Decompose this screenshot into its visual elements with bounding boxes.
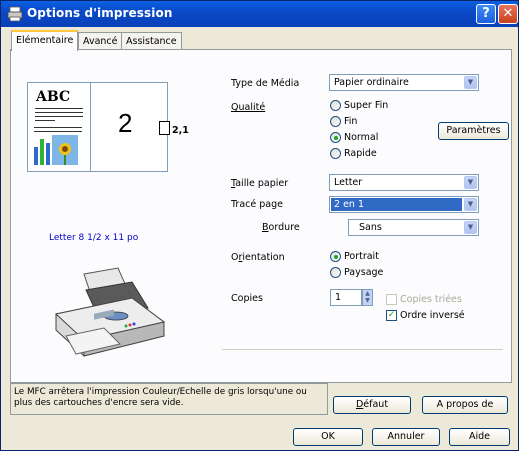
ok-button[interactable]: OK (293, 428, 363, 446)
pages-per-sheet-icon (159, 121, 170, 135)
help-title-button[interactable]: ? (476, 4, 496, 24)
tab-avance[interactable]: Avancé (78, 32, 123, 50)
cancel-button[interactable]: Annuler (372, 428, 440, 446)
radio-icon[interactable] (330, 267, 341, 278)
help-button[interactable]: Aide (449, 428, 510, 446)
preview-text-line (35, 116, 83, 117)
quality-option-label: Normal (344, 132, 379, 143)
copies-stepper[interactable]: ▲ ▼ (362, 289, 373, 306)
preview-text-line (35, 112, 83, 113)
preview-page-number: 2 (118, 108, 133, 138)
chevron-down-icon[interactable]: ▼ (464, 176, 477, 189)
spin-up-icon[interactable]: ▲ (363, 290, 372, 297)
quality-label: Qualité (231, 102, 266, 113)
copies-input[interactable]: 1 (330, 289, 362, 306)
quality-option-label: Rapide (344, 148, 377, 159)
title-bar[interactable]: Options d'impression ? ✕ (1, 1, 518, 27)
print-options-dialog: Options d'impression ? ✕ Elémentaire Ava… (0, 0, 519, 451)
paper-size-label: Taille papier (231, 178, 289, 189)
page-layout-value: 2 en 1 (334, 199, 364, 210)
preview-image-icon (34, 127, 82, 165)
default-button[interactable]: Défaut (333, 396, 411, 414)
preview-page-divider (90, 83, 91, 171)
radio-selected-icon[interactable] (330, 251, 341, 262)
chevron-down-icon[interactable]: ▼ (464, 76, 477, 89)
page-layout-select[interactable]: 2 en 1 ▼ (329, 196, 479, 213)
spin-down-icon[interactable]: ▼ (363, 297, 372, 304)
collate-label: Copies triées (400, 294, 462, 305)
border-select[interactable]: Sans ▼ (348, 219, 479, 236)
orientation-label: Orientation (231, 252, 285, 263)
checkbox-icon[interactable] (386, 294, 397, 305)
close-button[interactable]: ✕ (498, 4, 518, 24)
chevron-down-icon[interactable]: ▼ (464, 198, 477, 211)
preview-abc-text: ABC (36, 89, 71, 105)
about-button[interactable]: A propos de (422, 396, 508, 414)
printer-icon (7, 6, 23, 22)
radio-icon[interactable] (330, 148, 341, 159)
ink-warning-message: Le MFC arrêtera l'impression Couleur/Ech… (10, 383, 328, 415)
media-type-value: Papier ordinaire (334, 77, 409, 88)
media-type-select[interactable]: Papier ordinaire ▼ (329, 74, 479, 91)
copies-label: Copies (231, 293, 263, 304)
window-title: Options d'impression (27, 6, 173, 20)
reverse-order-label: Ordre inversé (400, 310, 465, 321)
copies-value: 1 (335, 292, 342, 303)
tab-assistance[interactable]: Assistance (121, 32, 182, 50)
ink-warning-text: Le MFC arrêtera l'impression Couleur/Ech… (14, 387, 307, 408)
parametres-button[interactable]: Paramètres (438, 122, 509, 140)
pages-per-sheet-label: 2,1 (172, 125, 189, 136)
paper-size-select[interactable]: Letter ▼ (329, 174, 479, 191)
preview-text-line (35, 108, 83, 109)
quality-option-label: Fin (344, 116, 358, 127)
radio-icon[interactable] (330, 100, 341, 111)
separator (222, 349, 503, 350)
orientation-option-label: Portrait (344, 251, 379, 262)
layout-preview: ABC 2 (27, 82, 168, 172)
checkmark-icon[interactable]: ✓ (386, 310, 397, 321)
printer-illustration (54, 267, 166, 357)
radio-icon[interactable] (330, 116, 341, 127)
paper-size-info: Letter 8 1/2 x 11 po (49, 233, 139, 243)
quality-option-label: Super Fin (344, 100, 389, 111)
radio-selected-icon[interactable] (330, 132, 341, 143)
border-label: Bordure (262, 222, 300, 233)
chevron-down-icon[interactable]: ▼ (464, 221, 477, 234)
tab-elementaire[interactable]: Elémentaire (11, 30, 79, 51)
orientation-option-label: Paysage (344, 267, 384, 278)
media-type-label: Type de Média (231, 78, 300, 89)
border-value: Sans (359, 222, 382, 233)
page-layout-label: Tracé page (231, 199, 283, 210)
paper-size-value: Letter (334, 177, 363, 188)
preview-text-line (35, 120, 55, 121)
